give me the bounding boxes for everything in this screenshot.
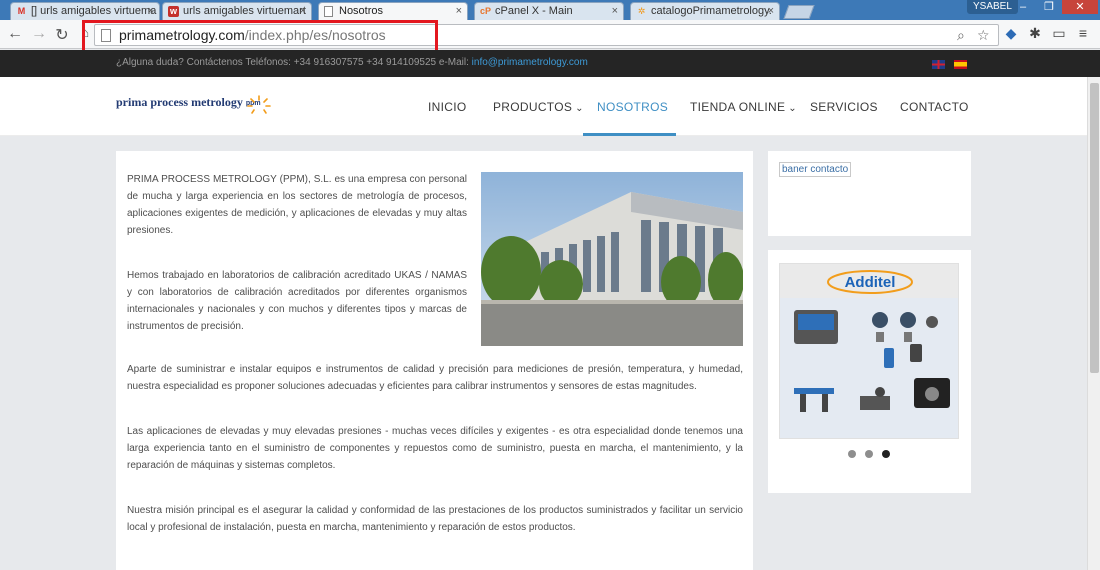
browser-tab-catalogo[interactable]: ✲ catalogoPrimametrology. × [630,2,780,20]
nav-inicio[interactable]: INICIO [428,100,466,114]
site-logo[interactable]: prima process metrology ppm [116,95,261,110]
contact-line: ¿Alguna duda? Contáctenos Teléfonos: +34… [116,57,588,68]
nav-label: INICIO [428,100,467,114]
nav-tienda-online[interactable]: TIENDA ONLINE ⌄ [690,100,797,114]
close-icon[interactable]: × [456,5,462,17]
w-icon: w [168,6,179,17]
close-icon[interactable]: × [148,5,154,17]
additel-product-slide[interactable]: Additel [779,263,959,439]
nav-label: CONTACTO [900,100,969,114]
nav-label: PRODUCTOS [493,100,573,114]
tab-label: urls amigables virtuemart [183,5,306,17]
reload-icon[interactable]: ↻ [53,25,71,45]
close-window-button[interactable]: ✕ [1062,0,1098,14]
nav-nosotros[interactable]: NOSOTROS [597,100,668,114]
extension-puzzle-icon[interactable]: ✱ [1026,25,1044,43]
nav-label: SERVICIOS [810,100,878,114]
search-icon[interactable]: ⌕ [957,27,965,44]
nav-servicios[interactable]: SERVICIOS [810,100,878,114]
paragraph-2: Hemos trabajado en laboratorios de calib… [127,270,467,332]
bookmark-star-icon[interactable]: ☆ [977,27,990,44]
nav-productos[interactable]: PRODUCTOS ⌄ [493,100,584,114]
site-header: prima process metrology ppm INICIO PRODUC… [0,77,1087,136]
paragraph-4: Las aplicaciones de elevadas y muy eleva… [127,426,743,471]
product-slider-module: Additel [768,250,971,493]
new-tab-button[interactable] [783,5,815,19]
additel-logo-text: Additel [845,274,896,291]
browser-tab-cpanel[interactable]: cP cPanel X - Main × [474,2,624,20]
profile-badge[interactable]: YSABEL [967,0,1018,14]
paragraph-3: Aparte de suministrar e instalar equipos… [127,364,743,392]
additel-products-image: Additel [780,264,958,438]
active-nav-underline [583,133,676,136]
page-scrollbar[interactable] [1087,77,1100,570]
slider-dot-3[interactable] [882,450,890,458]
extension-icon[interactable]: ◆ [1002,25,1020,43]
slider-dot-2[interactable] [865,450,873,458]
site-contact-bar: ¿Alguna duda? Contáctenos Teléfonos: +34… [0,50,1100,77]
spanish-flag-icon[interactable] [954,60,967,69]
chevron-down-icon: ⌄ [575,103,584,114]
gmail-icon: M [17,6,26,16]
back-arrow-icon[interactable]: ← [6,25,24,43]
cpanel-icon: cP [480,6,492,16]
close-icon[interactable]: × [612,5,618,17]
contact-banner-module: baner contacto [768,151,971,236]
english-flag-icon[interactable] [932,60,945,69]
paragraph-1: PRIMA PROCESS METROLOGY (PPM), S.L. es u… [127,174,467,236]
paragraph-5: Nuestra misión principal es el asegurar … [127,505,743,533]
browser-tab-urls[interactable]: w urls amigables virtuemart × [162,2,312,20]
office-building-photo [481,172,743,346]
page-icon [324,6,333,17]
about-article: PRIMA PROCESS METROLOGY (PPM), S.L. es u… [116,151,753,570]
maximize-button[interactable]: ❐ [1038,0,1060,14]
nav-label: TIENDA ONLINE [690,100,786,114]
email-link[interactable]: info@primametrology.com [472,57,588,68]
forward-arrow-icon[interactable]: → [30,25,48,43]
tab-label: Nosotros [339,5,384,17]
browser-tab-gmail[interactable]: M [] urls amigables virtuema × [10,2,160,20]
contact-text: ¿Alguna duda? Contáctenos Teléfonos: +34… [116,57,472,68]
banner-contact-image[interactable]: baner contacto [779,162,852,177]
close-icon[interactable]: × [768,5,774,17]
menu-icon[interactable]: ≡ [1074,25,1092,43]
browser-tab-strip: M [] urls amigables virtuema × w urls am… [0,0,1100,20]
tab-label: cPanel X - Main [495,5,573,17]
logo-text: prima process metrology [116,95,243,109]
nav-contacto[interactable]: CONTACTO [900,100,969,114]
browser-tab-nosotros[interactable]: Nosotros × [318,2,468,20]
joomla-icon: ✲ [637,6,646,16]
tab-label: catalogoPrimametrology. [651,5,772,17]
url-highlight-box [82,20,438,54]
tab-label: [] urls amigables virtuema [31,5,157,17]
sun-logo-icon [247,95,271,114]
chevron-down-icon: ⌄ [788,103,797,114]
minimize-button[interactable]: – [1012,0,1034,14]
nav-label: NOSOTROS [597,100,669,114]
slider-dot-1[interactable] [848,450,856,458]
close-icon[interactable]: × [300,5,306,17]
scrollbar-thumb[interactable] [1090,83,1099,373]
cast-icon[interactable]: ▭ [1050,25,1068,43]
